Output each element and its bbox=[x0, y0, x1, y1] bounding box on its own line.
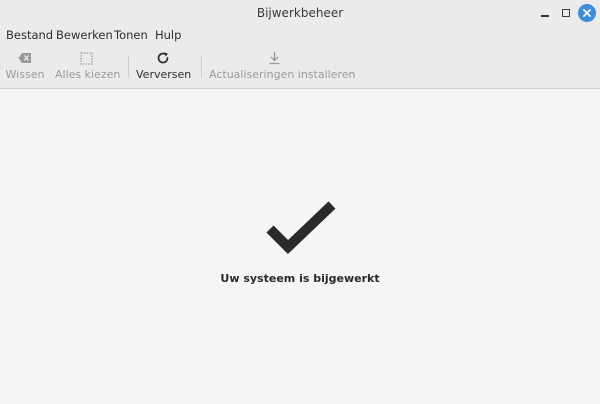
window-title: Bijwerkbeheer bbox=[256, 6, 344, 20]
menu-tonen[interactable]: Tonen bbox=[114, 26, 148, 46]
maximize-button[interactable] bbox=[557, 4, 575, 22]
close-button[interactable] bbox=[578, 4, 596, 22]
clear-icon bbox=[5, 50, 45, 66]
select-all-button[interactable]: Alles kiezen bbox=[55, 46, 121, 88]
download-icon bbox=[209, 50, 339, 66]
refresh-icon bbox=[136, 50, 190, 66]
toolbar: Wissen Alles kiezen Verversen Actualiser… bbox=[0, 46, 600, 89]
refresh-button[interactable]: Verversen bbox=[136, 46, 192, 88]
refresh-button-label: Verversen bbox=[136, 68, 192, 81]
install-updates-button-label: Actualiseringen installeren bbox=[209, 68, 356, 81]
menu-bar: Bestand Bewerken Tonen Hulp bbox=[0, 26, 600, 46]
menu-bewerken[interactable]: Bewerken bbox=[56, 26, 113, 46]
select-all-icon bbox=[55, 50, 117, 66]
toolbar-separator bbox=[201, 56, 202, 78]
install-updates-button[interactable]: Actualiseringen installeren bbox=[209, 46, 356, 88]
minimize-icon bbox=[541, 15, 549, 17]
close-icon bbox=[578, 4, 596, 22]
clear-button[interactable]: Wissen bbox=[5, 46, 45, 88]
menu-hulp[interactable]: Hulp bbox=[155, 26, 181, 46]
status-message: Uw systeem is bijgewerkt bbox=[220, 272, 380, 285]
maximize-icon bbox=[562, 9, 570, 17]
update-manager-window: Bijwerkbeheer Bestand Bewerken Tonen Hul… bbox=[0, 0, 600, 404]
minimize-button[interactable] bbox=[536, 4, 554, 22]
clear-button-label: Wissen bbox=[5, 68, 45, 81]
main-content: Uw systeem is bijgewerkt bbox=[0, 89, 600, 404]
title-bar[interactable]: Bijwerkbeheer bbox=[0, 0, 600, 26]
menu-bestand[interactable]: Bestand bbox=[6, 26, 53, 46]
select-all-button-label: Alles kiezen bbox=[55, 68, 121, 81]
toolbar-separator bbox=[128, 56, 129, 78]
checkmark-icon bbox=[266, 201, 338, 257]
